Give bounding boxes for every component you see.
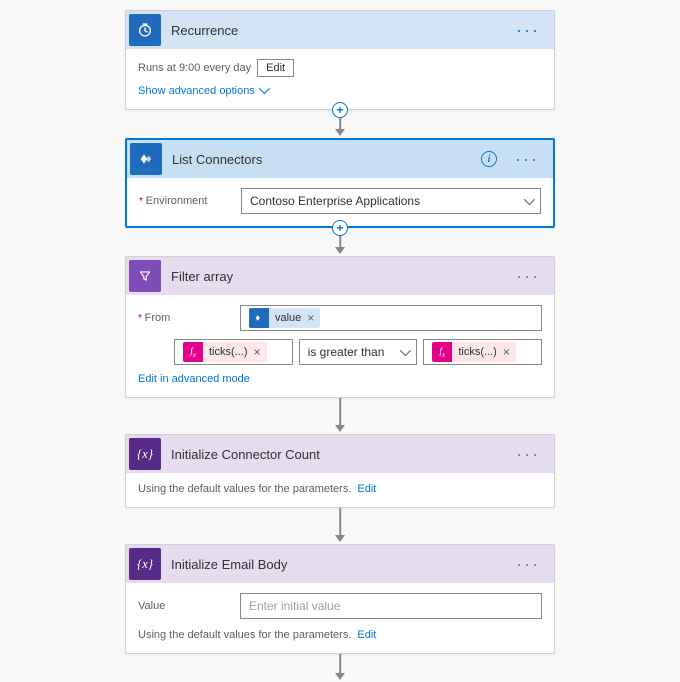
- recurrence-header[interactable]: Recurrence ···: [126, 11, 554, 49]
- chevron-down-icon: [524, 194, 535, 205]
- expression-icon: fx: [432, 342, 452, 362]
- edit-params-link[interactable]: Edit: [357, 629, 376, 641]
- from-label: From: [138, 312, 230, 324]
- remove-token-icon[interactable]: ×: [305, 311, 320, 325]
- initialize-connector-count-step: {x} Initialize Connector Count ··· Using…: [125, 434, 555, 508]
- initialize-connector-count-header[interactable]: {x} Initialize Connector Count ···: [126, 435, 554, 473]
- recurrence-step: Recurrence ··· Runs at 9:00 every day Ed…: [125, 10, 555, 110]
- list-connectors-title: List Connectors: [172, 152, 471, 167]
- filter-right-operand-input[interactable]: fx ticks(...) ×: [423, 339, 542, 365]
- filter-array-step: Filter array ··· From value × fx: [125, 256, 555, 398]
- powerapps-icon: [130, 143, 162, 175]
- filter-left-operand-input[interactable]: fx ticks(...) ×: [174, 339, 293, 365]
- default-params-text: Using the default values for the paramet…: [138, 629, 351, 641]
- info-icon[interactable]: i: [481, 151, 497, 167]
- more-menu-icon[interactable]: ···: [512, 445, 544, 463]
- value-token[interactable]: value ×: [249, 308, 320, 328]
- chevron-down-icon: [400, 345, 411, 356]
- ticks-token[interactable]: fx ticks(...) ×: [183, 342, 267, 362]
- recurrence-schedule-text: Runs at 9:00 every day: [138, 62, 251, 74]
- value-input[interactable]: Enter initial value: [240, 593, 542, 619]
- edit-advanced-mode-link[interactable]: Edit in advanced mode: [138, 373, 250, 385]
- step-connector: +: [125, 110, 555, 138]
- filter-array-title: Filter array: [171, 269, 502, 284]
- environment-label: Environment: [139, 195, 231, 207]
- initialize-email-body-header[interactable]: {x} Initialize Email Body ···: [126, 545, 554, 583]
- more-menu-icon[interactable]: ···: [512, 555, 544, 573]
- step-connector: [125, 398, 555, 434]
- filter-icon: [129, 260, 161, 292]
- step-connector: [125, 654, 555, 682]
- variable-icon: {x}: [129, 548, 161, 580]
- variable-icon: {x}: [129, 438, 161, 470]
- value-label: Value: [138, 600, 230, 612]
- initialize-email-body-step: {x} Initialize Email Body ··· Value Ente…: [125, 544, 555, 654]
- more-menu-icon[interactable]: ···: [511, 150, 543, 168]
- more-menu-icon[interactable]: ···: [512, 21, 544, 39]
- default-params-text: Using the default values for the paramet…: [138, 483, 351, 495]
- expression-icon: fx: [183, 342, 203, 362]
- remove-token-icon[interactable]: ×: [501, 345, 516, 359]
- initialize-email-body-title: Initialize Email Body: [171, 557, 502, 572]
- edit-params-link[interactable]: Edit: [357, 483, 376, 495]
- more-menu-icon[interactable]: ···: [512, 267, 544, 285]
- recurrence-icon: [129, 14, 161, 46]
- recurrence-title: Recurrence: [171, 23, 502, 38]
- ticks-token[interactable]: fx ticks(...) ×: [432, 342, 516, 362]
- remove-token-icon[interactable]: ×: [252, 345, 267, 359]
- step-connector: +: [125, 228, 555, 256]
- add-step-button[interactable]: +: [332, 220, 348, 236]
- from-input[interactable]: value ×: [240, 305, 542, 331]
- recurrence-edit-button[interactable]: Edit: [257, 59, 294, 77]
- filter-array-header[interactable]: Filter array ···: [126, 257, 554, 295]
- add-step-button[interactable]: +: [332, 102, 348, 118]
- initialize-connector-count-title: Initialize Connector Count: [171, 447, 502, 462]
- operator-dropdown[interactable]: is greater than: [299, 339, 418, 365]
- list-connectors-header[interactable]: List Connectors i ···: [127, 140, 553, 178]
- show-advanced-options-link[interactable]: Show advanced options: [138, 85, 267, 97]
- environment-dropdown[interactable]: Contoso Enterprise Applications: [241, 188, 541, 214]
- list-connectors-step: List Connectors i ··· Environment Contos…: [125, 138, 555, 228]
- chevron-down-icon: [259, 83, 270, 94]
- step-connector: [125, 508, 555, 544]
- powerapps-token-icon: [249, 308, 269, 328]
